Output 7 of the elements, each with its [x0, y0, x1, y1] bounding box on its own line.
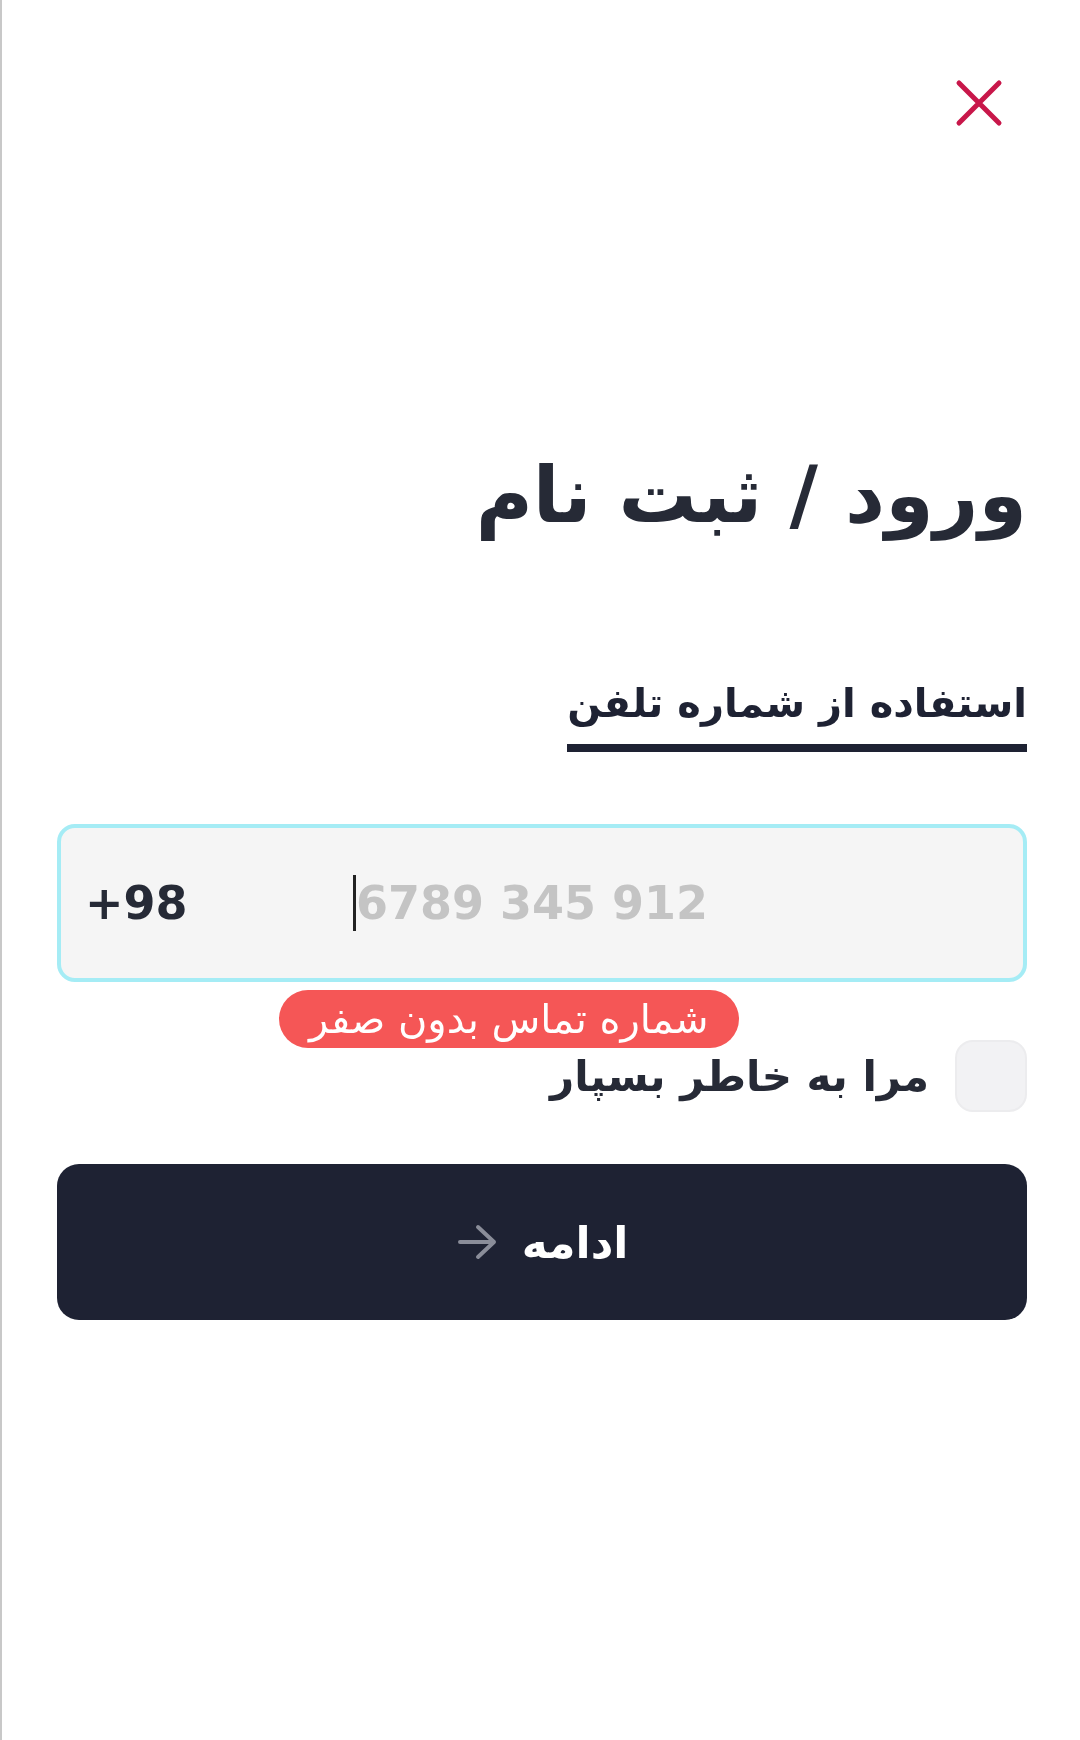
hint-tooltip: شماره تماس بدون صفر: [279, 990, 739, 1048]
close-icon: [955, 78, 1003, 127]
page-title: ورود / ثبت نام: [474, 450, 1027, 540]
country-code: +98: [85, 876, 189, 930]
remember-me-label: مرا به خاطر بسپار: [550, 1051, 929, 1101]
tab[interactable]: استفاده از شماره تلفن: [567, 680, 1027, 752]
continue-button[interactable]: ادامه: [57, 1164, 1027, 1320]
